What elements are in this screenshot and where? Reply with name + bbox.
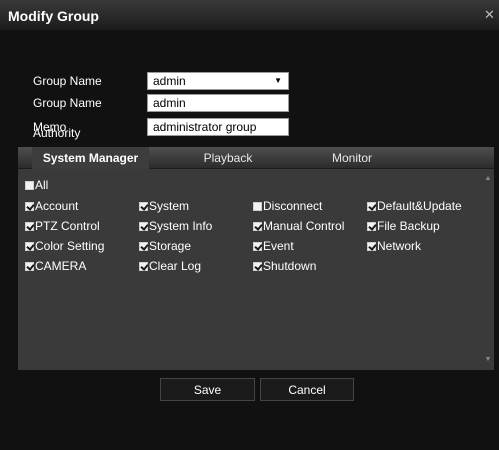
permission-account-label: Account	[35, 199, 79, 213]
permission-disconnect[interactable]: Disconnect	[253, 200, 322, 212]
permission-system[interactable]: System	[139, 200, 189, 212]
permission-account[interactable]: Account	[25, 200, 78, 212]
group-name-input[interactable]: admin	[147, 94, 289, 112]
permission-event-label: Event	[263, 239, 294, 253]
permission-ptz-control-label: PTZ Control	[35, 219, 100, 233]
permission-file-backup[interactable]: File Backup	[367, 220, 440, 232]
permission-camera[interactable]: CAMERA	[25, 260, 86, 272]
checkbox-clear-log[interactable]	[139, 262, 148, 271]
authority-panel: System Manager Playback Monitor ▲ ▼ All …	[18, 147, 494, 370]
permission-storage-label: Storage	[149, 239, 192, 253]
permission-color-setting-label: Color Setting	[35, 239, 105, 253]
permission-disconnect-label: Disconnect	[263, 199, 323, 213]
checkbox-event[interactable]	[253, 242, 262, 251]
permission-clear-log-label: Clear Log	[149, 259, 202, 273]
permission-manual-control-label: Manual Control	[263, 219, 345, 233]
cancel-button[interactable]: Cancel	[260, 378, 354, 401]
permission-camera-label: CAMERA	[35, 259, 87, 273]
group-name-select[interactable]: admin ▼	[147, 72, 289, 90]
permission-event[interactable]: Event	[253, 240, 294, 252]
permission-clear-log[interactable]: Clear Log	[139, 260, 201, 272]
permission-file-backup-label: File Backup	[377, 219, 440, 233]
dialog-titlebar: Modify Group ✕	[0, 0, 499, 30]
checkbox-system-info[interactable]	[139, 222, 148, 231]
authority-tabs: System Manager Playback Monitor	[18, 147, 494, 169]
scroll-down-icon[interactable]: ▼	[483, 355, 493, 365]
permission-default-update[interactable]: Default&Update	[367, 200, 462, 212]
authority-label: Authority	[33, 126, 81, 140]
scroll-up-icon[interactable]: ▲	[483, 174, 493, 184]
checkbox-system[interactable]	[139, 202, 148, 211]
permission-system-label: System	[149, 199, 190, 213]
permission-all[interactable]: All	[25, 179, 48, 191]
tab-system-manager[interactable]: System Manager	[32, 147, 149, 169]
checkbox-manual-control[interactable]	[253, 222, 262, 231]
checkbox-all[interactable]	[25, 181, 34, 190]
permission-all-label: All	[35, 178, 49, 192]
group-name-text-label: Group Name	[33, 96, 102, 110]
permission-shutdown-label: Shutdown	[263, 259, 317, 273]
save-button[interactable]: Save	[160, 378, 255, 401]
group-name-select-value: admin	[153, 74, 186, 88]
permission-system-info-label: System Info	[149, 219, 213, 233]
permission-storage[interactable]: Storage	[139, 240, 191, 252]
checkbox-disconnect[interactable]	[253, 202, 262, 211]
checkbox-network[interactable]	[367, 242, 376, 251]
group-name-select-label: Group Name	[33, 74, 102, 88]
chevron-down-icon: ▼	[274, 76, 282, 85]
permission-network[interactable]: Network	[367, 240, 421, 252]
permission-shutdown[interactable]: Shutdown	[253, 260, 316, 272]
checkbox-camera[interactable]	[25, 262, 34, 271]
checkbox-storage[interactable]	[139, 242, 148, 251]
checkbox-file-backup[interactable]	[367, 222, 376, 231]
checkbox-default-update[interactable]	[367, 202, 376, 211]
permission-ptz-control[interactable]: PTZ Control	[25, 220, 100, 232]
checkbox-ptz-control[interactable]	[25, 222, 34, 231]
dialog-title: Modify Group	[8, 8, 99, 24]
permission-default-update-label: Default&Update	[377, 199, 462, 213]
permission-network-label: Network	[377, 239, 422, 253]
checkbox-color-setting[interactable]	[25, 242, 34, 251]
checkbox-shutdown[interactable]	[253, 262, 262, 271]
tab-monitor[interactable]: Monitor	[318, 147, 386, 169]
close-icon[interactable]: ✕	[480, 6, 499, 24]
memo-input[interactable]: administrator group	[147, 118, 289, 136]
checkbox-account[interactable]	[25, 202, 34, 211]
permission-manual-control[interactable]: Manual Control	[253, 220, 344, 232]
permission-color-setting[interactable]: Color Setting	[25, 240, 104, 252]
permission-system-info[interactable]: System Info	[139, 220, 212, 232]
tab-playback[interactable]: Playback	[178, 147, 278, 169]
